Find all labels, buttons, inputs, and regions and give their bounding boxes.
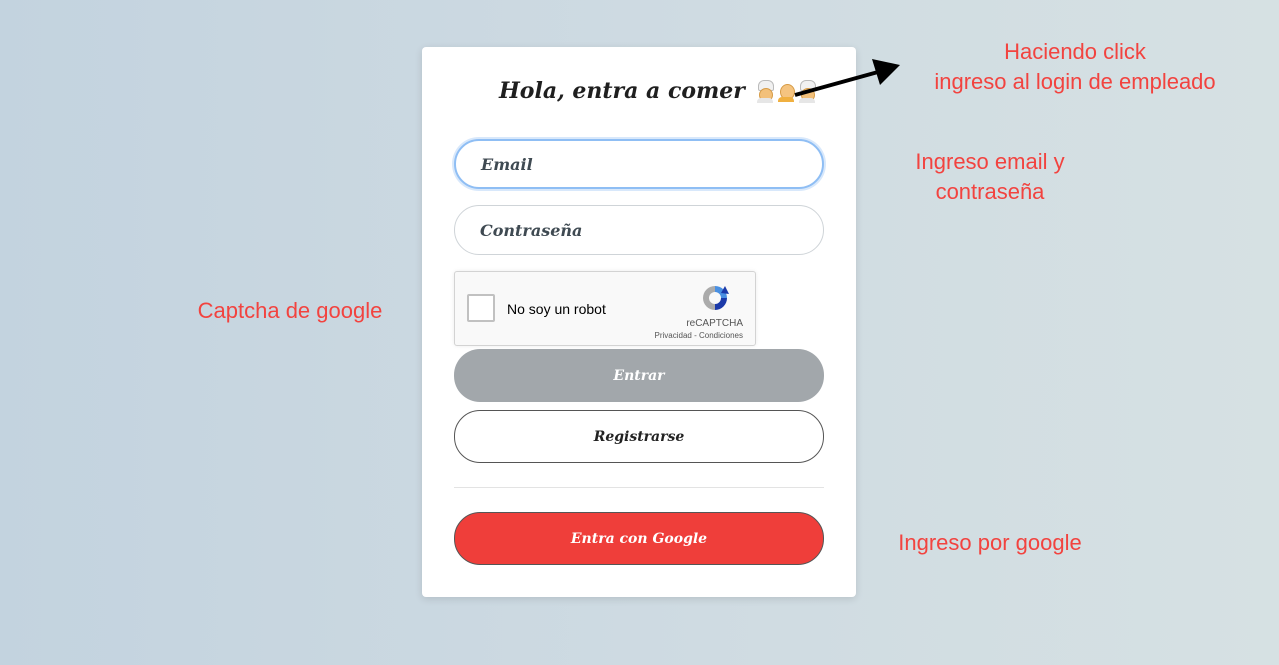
login-title[interactable]: Hola, entra a comer — [499, 78, 817, 104]
recaptcha-icon — [703, 286, 729, 310]
recaptcha-label: No soy un robot — [507, 301, 606, 317]
annotation-credentials: Ingreso email y contraseña — [880, 147, 1100, 207]
annotation-line: contraseña — [935, 179, 1045, 204]
annotation-line: ingreso al login de empleado — [934, 69, 1216, 94]
annotation-captcha: Captcha de google — [197, 298, 383, 323]
annotation-line: Ingreso email y — [915, 149, 1065, 174]
email-field[interactable]: Email — [454, 139, 824, 189]
recaptcha-links[interactable]: Privacidad - Condiciones — [655, 331, 744, 340]
enter-button[interactable]: Entrar — [454, 349, 824, 402]
annotation-line: Haciendo click — [1004, 39, 1146, 64]
annotation-employee-login: Haciendo click ingreso al login de emple… — [910, 37, 1240, 97]
recaptcha-widget: No soy un robot reCAPTCHA Privacidad - C… — [454, 271, 756, 346]
title-text: Hola, entra a comer — [499, 78, 745, 104]
chef-icon — [755, 80, 775, 103]
arrow-icon — [794, 59, 900, 97]
password-placeholder: Contraseña — [480, 220, 583, 240]
annotation-google: Ingreso por google — [898, 530, 1082, 555]
register-button[interactable]: Registrarse — [454, 410, 824, 463]
email-placeholder: Email — [481, 154, 533, 174]
divider — [454, 487, 824, 488]
google-login-button[interactable]: Entra con Google — [454, 512, 824, 565]
password-field[interactable]: Contraseña — [454, 205, 824, 255]
recaptcha-checkbox[interactable] — [467, 294, 495, 322]
recaptcha-brand: reCAPTCHA — [686, 318, 743, 329]
